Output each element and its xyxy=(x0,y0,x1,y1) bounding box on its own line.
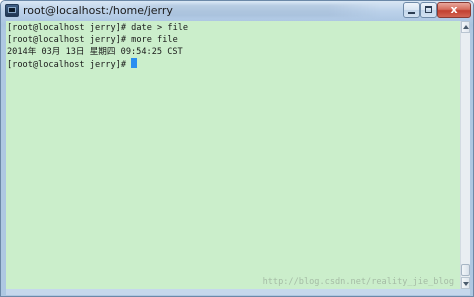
terminal-prompt: [root@localhost jerry]# xyxy=(7,60,126,70)
maximize-icon xyxy=(425,6,432,13)
scroll-down-button[interactable] xyxy=(461,277,470,289)
scroll-up-button[interactable] xyxy=(461,21,470,33)
terminal-line: [root@localhost jerry]# date > file xyxy=(7,23,189,33)
chevron-up-icon xyxy=(463,25,469,29)
terminal-output[interactable]: [root@localhost jerry]# date > file [roo… xyxy=(6,21,460,289)
terminal-window: root@localhost:/home/jerry x [root@local… xyxy=(0,0,474,297)
close-button[interactable]: x xyxy=(437,2,471,18)
putty-terminal-icon[interactable] xyxy=(5,4,19,17)
minimize-button[interactable] xyxy=(403,2,420,18)
maximize-button[interactable] xyxy=(420,2,437,18)
window-bottom-frame xyxy=(6,289,470,295)
watermark-text: http://blog.csdn.net/reality_jie_blog xyxy=(262,277,454,287)
close-icon: x xyxy=(450,3,458,16)
scrollbar-thumb[interactable] xyxy=(461,264,470,276)
chevron-down-icon xyxy=(463,282,469,286)
window-title: root@localhost:/home/jerry xyxy=(23,4,173,17)
vertical-scrollbar[interactable] xyxy=(460,21,470,289)
minimize-icon xyxy=(408,12,415,14)
terminal-line: 2014年 03月 13日 星期四 09:54:25 CST xyxy=(7,47,183,57)
terminal-prompt-line: [root@localhost jerry]# xyxy=(7,58,137,70)
title-bar[interactable]: root@localhost:/home/jerry x xyxy=(1,1,473,21)
text-cursor xyxy=(131,58,137,68)
terminal-line: [root@localhost jerry]# more file xyxy=(7,35,178,45)
